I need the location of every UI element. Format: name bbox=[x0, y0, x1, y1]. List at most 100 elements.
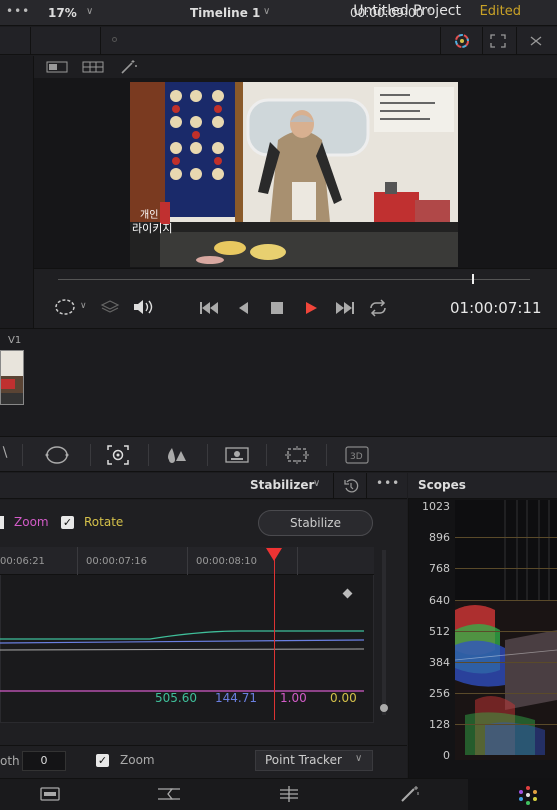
chevron-down-icon[interactable]: ∨ bbox=[86, 6, 93, 17]
zoom-level[interactable]: 17% bbox=[48, 6, 77, 20]
timeline-selector[interactable]: Timeline 1 bbox=[190, 6, 260, 20]
divider bbox=[148, 444, 149, 466]
title-bar bbox=[0, 0, 557, 26]
chevron-down-icon[interactable]: ∨ bbox=[263, 6, 270, 17]
svg-text:3D: 3D bbox=[350, 452, 363, 462]
media-page-icon[interactable] bbox=[39, 785, 61, 803]
ruler-tick: 00:06:21 bbox=[0, 556, 45, 567]
scrub-playhead[interactable] bbox=[472, 274, 475, 284]
timeline-strip bbox=[0, 328, 557, 436]
color-page-icon[interactable] bbox=[517, 785, 539, 805]
divider bbox=[266, 444, 267, 466]
rotate-checkbox[interactable]: ✓ bbox=[61, 516, 74, 529]
scope-label: 640 bbox=[429, 594, 450, 607]
loop-icon[interactable] bbox=[367, 299, 389, 317]
split-view-icon[interactable] bbox=[46, 60, 68, 74]
palette-toolbar bbox=[0, 436, 557, 472]
3d-icon[interactable]: 3D bbox=[345, 446, 369, 464]
gridline bbox=[455, 537, 557, 538]
reset-icon[interactable] bbox=[343, 478, 359, 494]
play-icon[interactable] bbox=[304, 300, 318, 316]
color-page-active bbox=[468, 778, 557, 810]
viewer-options-button[interactable]: ••• bbox=[6, 4, 30, 18]
value-green: 505.60 bbox=[155, 691, 197, 705]
gridline bbox=[455, 662, 557, 663]
dot-icon bbox=[112, 37, 117, 42]
skip-end-icon[interactable] bbox=[334, 300, 356, 316]
edit-page-icon[interactable] bbox=[277, 785, 301, 803]
magic-wand-icon[interactable] bbox=[120, 59, 138, 75]
edited-status: Edited bbox=[479, 4, 521, 19]
ruler-tick: 00:00:08:10 bbox=[196, 556, 258, 567]
gridline bbox=[455, 631, 557, 632]
window-icon[interactable] bbox=[224, 445, 250, 465]
waveform-scope bbox=[455, 500, 557, 760]
divider bbox=[516, 27, 517, 55]
zoom-checkbox[interactable] bbox=[0, 516, 4, 529]
scopes-title: Scopes bbox=[418, 478, 466, 492]
fullscreen-icon[interactable] bbox=[490, 34, 506, 48]
divider bbox=[77, 547, 78, 575]
value-magenta: 1.00 bbox=[280, 691, 307, 705]
divider bbox=[326, 444, 327, 466]
zoom-label: Zoom bbox=[120, 753, 155, 767]
fusion-page-icon[interactable] bbox=[398, 785, 422, 803]
divider bbox=[482, 27, 483, 55]
scope-label: 256 bbox=[429, 687, 450, 700]
scope-label: 1023 bbox=[422, 500, 450, 513]
value-blue: 144.71 bbox=[215, 691, 257, 705]
speaker-icon[interactable] bbox=[132, 298, 154, 316]
chevron-down-icon[interactable]: ∨ bbox=[355, 753, 362, 764]
video-frame: 개인 라이키지 bbox=[130, 82, 458, 267]
divider bbox=[90, 444, 91, 466]
vertical-zoom-slider[interactable] bbox=[382, 550, 386, 715]
zoom-checkbox[interactable]: ✓ bbox=[96, 754, 109, 767]
graph-playhead[interactable] bbox=[274, 556, 275, 720]
close-icon[interactable] bbox=[528, 34, 544, 48]
clip-thumbnail[interactable] bbox=[0, 350, 24, 405]
chevron-down-icon[interactable]: ∨ bbox=[80, 301, 87, 311]
scope-label: 0 bbox=[443, 749, 450, 762]
rotate-label: Rotate bbox=[84, 515, 124, 529]
chevron-down-icon[interactable]: ∨ bbox=[425, 6, 432, 17]
ruler-tick: 00:00:07:16 bbox=[86, 556, 148, 567]
scope-label: 128 bbox=[429, 718, 450, 731]
value-yellow: 0.00 bbox=[330, 691, 357, 705]
divider bbox=[207, 444, 208, 466]
playback-timecode: 01:00:07:11 bbox=[450, 299, 542, 317]
playhead-marker[interactable] bbox=[266, 548, 282, 561]
cut-page-icon[interactable] bbox=[156, 785, 182, 803]
qualifier-icon[interactable] bbox=[164, 445, 188, 465]
scope-label: 768 bbox=[429, 562, 450, 575]
circle-window-icon[interactable] bbox=[44, 445, 70, 465]
stabilize-button[interactable]: Stabilize bbox=[258, 510, 373, 536]
divider bbox=[22, 444, 23, 466]
overlay-text: 개인 bbox=[140, 209, 158, 221]
tracker-icon[interactable] bbox=[106, 444, 130, 466]
curve-tool-icon[interactable]: ∖ bbox=[0, 445, 9, 461]
viewer-header bbox=[0, 27, 557, 55]
smooth-input[interactable]: 0 bbox=[22, 751, 66, 771]
grid-view-icon[interactable] bbox=[82, 60, 104, 74]
divider bbox=[333, 473, 334, 499]
stop-icon[interactable] bbox=[270, 301, 284, 315]
chevron-down-icon[interactable]: ∨ bbox=[313, 478, 320, 489]
layers-icon[interactable] bbox=[100, 298, 120, 316]
scrub-bar[interactable] bbox=[58, 279, 530, 280]
divider bbox=[30, 27, 31, 55]
sizing-icon[interactable] bbox=[284, 445, 310, 465]
divider bbox=[297, 547, 298, 575]
gridline bbox=[455, 600, 557, 601]
loop-select-icon[interactable] bbox=[54, 298, 76, 316]
slider-knob[interactable] bbox=[380, 704, 388, 712]
color-wheel-icon[interactable] bbox=[452, 32, 472, 50]
divider bbox=[366, 473, 367, 499]
scope-label: 384 bbox=[429, 656, 450, 669]
skip-start-icon[interactable] bbox=[198, 300, 220, 316]
timeline-timecode[interactable]: 00:00:09:00 bbox=[350, 6, 423, 20]
gridline bbox=[455, 693, 557, 694]
stabilizer-options-button[interactable]: ••• bbox=[376, 476, 400, 490]
gridline bbox=[455, 724, 557, 725]
step-back-icon[interactable] bbox=[236, 300, 250, 316]
tracker-mode-selector[interactable]: Stabilizer bbox=[250, 478, 314, 492]
